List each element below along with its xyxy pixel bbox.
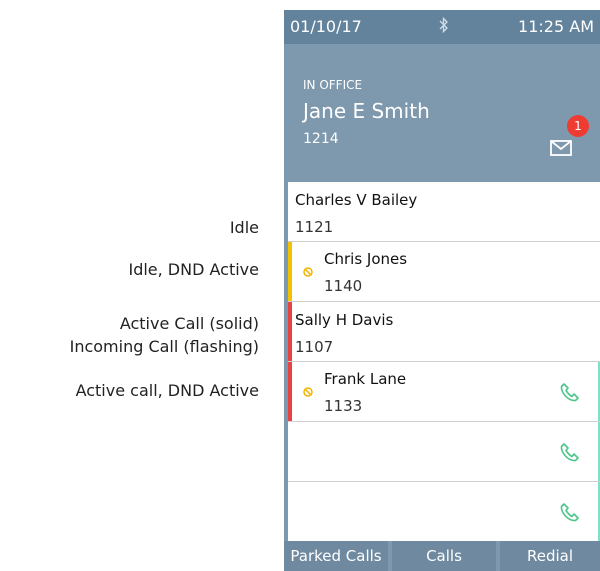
phone-icon[interactable]: [560, 502, 580, 522]
phone-icon[interactable]: [560, 382, 580, 402]
legend-incoming-call: Incoming Call (flashing): [69, 337, 259, 356]
status-bar-dnd: [288, 242, 292, 301]
contact-name: Charles V Bailey: [295, 191, 418, 209]
softkey-bar: Parked Calls Calls Redial: [284, 541, 600, 571]
parked-calls-button[interactable]: Parked Calls: [284, 541, 388, 571]
status-date: 01/10/17: [290, 17, 362, 36]
contact-name: Chris Jones: [324, 250, 408, 268]
status-bar: 01/10/17 11:25 AM: [284, 10, 600, 44]
legend-idle: Idle: [229, 218, 259, 237]
contact-list: Charles V Bailey 1121 Chris Jones 1140 S…: [288, 182, 600, 541]
list-item[interactable]: [288, 482, 600, 541]
redial-button[interactable]: Redial: [500, 541, 600, 571]
status-bar-active: [288, 362, 292, 421]
phone-screen: 01/10/17 11:25 AM IN OFFICE Jane E Smith…: [284, 10, 600, 571]
presence-status: IN OFFICE: [303, 78, 363, 92]
contact-extension: 1107: [295, 338, 334, 356]
list-item[interactable]: Charles V Bailey 1121: [288, 182, 600, 242]
contact-name: Frank Lane: [324, 370, 407, 388]
contact-extension: 1140: [324, 277, 363, 295]
legend-active-call-dnd: Active call, DND Active: [75, 381, 259, 400]
user-header: IN OFFICE Jane E Smith 1214 1: [284, 44, 600, 182]
status-time: 11:25 AM: [518, 17, 594, 36]
list-item[interactable]: Sally H Davis 1107: [288, 302, 600, 362]
user-name: Jane E Smith: [303, 99, 430, 123]
calls-button[interactable]: Calls: [392, 541, 496, 571]
dnd-icon: [303, 267, 313, 277]
contact-extension: 1121: [295, 218, 334, 236]
list-item[interactable]: [288, 422, 600, 482]
status-bar-active: [288, 302, 292, 361]
legend-idle-dnd: Idle, DND Active: [128, 260, 259, 279]
voicemail-badge: 1: [567, 115, 589, 137]
list-item[interactable]: Chris Jones 1140: [288, 242, 600, 302]
legend-active-call: Active Call (solid): [119, 314, 259, 333]
contact-extension: 1133: [324, 397, 363, 415]
phone-icon[interactable]: [560, 442, 580, 462]
dnd-icon: [303, 387, 313, 397]
list-item[interactable]: Frank Lane 1133: [288, 362, 600, 422]
bluetooth-icon: [439, 16, 448, 34]
envelope-icon[interactable]: [550, 140, 572, 156]
contact-name: Sally H Davis: [295, 311, 394, 329]
user-extension: 1214: [303, 131, 339, 147]
